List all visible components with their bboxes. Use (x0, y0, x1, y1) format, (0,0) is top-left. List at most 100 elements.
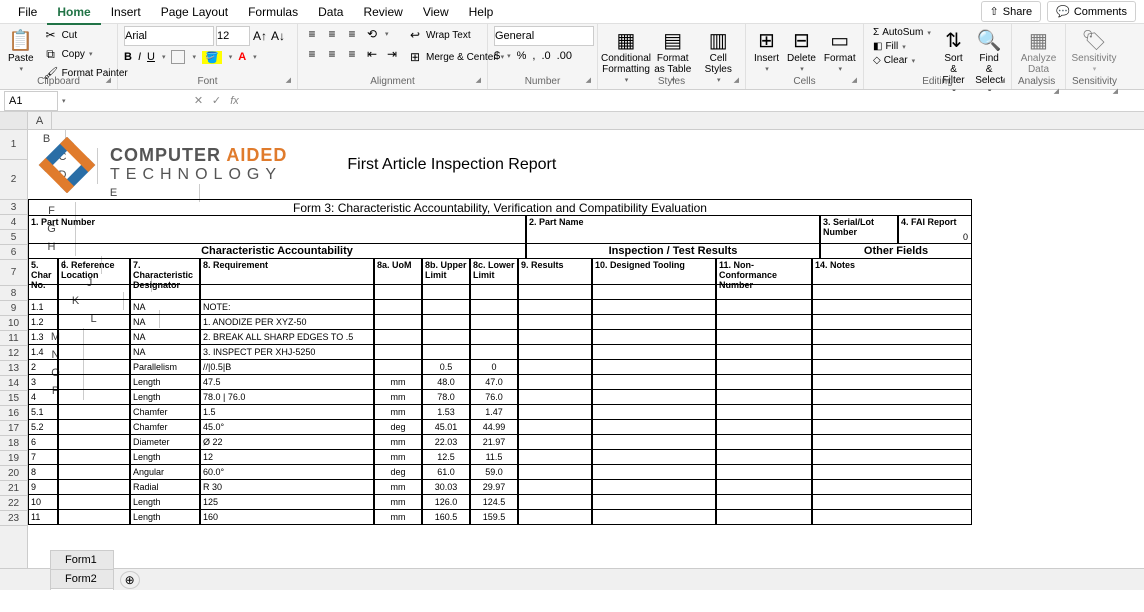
sheet-tab-form1[interactable]: Form1 (50, 550, 114, 569)
cell[interactable] (716, 495, 812, 510)
cell[interactable]: //|0.5|B (200, 360, 374, 375)
cell[interactable] (518, 420, 592, 435)
cell[interactable]: 47.0 (470, 375, 518, 390)
cell[interactable]: Diameter (130, 435, 200, 450)
menu-tab-page-layout[interactable]: Page Layout (151, 1, 238, 23)
cell[interactable]: 76.0 (470, 390, 518, 405)
cell[interactable]: 2. BREAK ALL SHARP EDGES TO .5 (200, 330, 374, 345)
cell[interactable]: 60.0° (200, 465, 374, 480)
clear-button[interactable]: ◇Clear▾ (870, 54, 934, 67)
cell[interactable]: R 30 (200, 480, 374, 495)
cell[interactable]: 2 (28, 360, 58, 375)
cell[interactable] (58, 510, 130, 525)
cell[interactable] (422, 315, 470, 330)
cell[interactable] (592, 435, 716, 450)
cell[interactable]: 7 (28, 450, 58, 465)
cell[interactable]: 1.53 (422, 405, 470, 420)
menu-tab-review[interactable]: Review (353, 1, 412, 23)
cell[interactable]: 61.0 (422, 465, 470, 480)
insert-button[interactable]: ⊞Insert▾ (752, 26, 781, 75)
cell[interactable] (58, 480, 130, 495)
cell[interactable] (812, 510, 972, 525)
cell[interactable]: mm (374, 510, 422, 525)
menu-tab-insert[interactable]: Insert (101, 1, 151, 23)
cell[interactable] (518, 345, 592, 360)
cell[interactable]: deg (374, 420, 422, 435)
row-header-12[interactable]: 12 (0, 346, 27, 361)
cell[interactable]: Chamfer (130, 420, 200, 435)
cell[interactable] (470, 330, 518, 345)
cell[interactable] (716, 450, 812, 465)
cell[interactable]: Length (130, 495, 200, 510)
cell[interactable] (374, 300, 422, 315)
cell[interactable]: 12.5 (422, 450, 470, 465)
cell[interactable]: mm (374, 435, 422, 450)
sheet-tab-form3[interactable]: Form3 (50, 588, 114, 590)
indent-decrease-icon[interactable]: ⇤ (364, 46, 380, 62)
cell[interactable] (716, 435, 812, 450)
row-header-18[interactable]: 18 (0, 436, 27, 451)
cell[interactable] (592, 390, 716, 405)
cell[interactable]: mm (374, 405, 422, 420)
sheet-tab-form2[interactable]: Form2 (50, 569, 114, 588)
cell[interactable] (716, 390, 812, 405)
select-all-corner[interactable] (0, 112, 28, 129)
cell[interactable]: Ø 22 (200, 435, 374, 450)
cell[interactable] (58, 450, 130, 465)
row-header-11[interactable]: 11 (0, 331, 27, 346)
cell[interactable]: 1.47 (470, 405, 518, 420)
cell[interactable] (374, 330, 422, 345)
cell[interactable] (812, 435, 972, 450)
border-button[interactable] (171, 50, 185, 64)
cell[interactable]: Angular (130, 465, 200, 480)
enter-formula-button[interactable]: ✓ (208, 94, 226, 107)
col-header-A[interactable]: A (28, 112, 52, 130)
cell[interactable] (470, 315, 518, 330)
cell[interactable] (592, 300, 716, 315)
cell[interactable] (716, 330, 812, 345)
cell[interactable] (422, 330, 470, 345)
cell[interactable] (812, 465, 972, 480)
cell[interactable]: 78.0 (422, 390, 470, 405)
cell[interactable]: 29.97 (470, 480, 518, 495)
align-bottom-icon[interactable]: ≡ (344, 26, 360, 42)
name-box[interactable] (4, 91, 58, 111)
cell[interactable]: 6 (28, 435, 58, 450)
cell[interactable]: 11.5 (470, 450, 518, 465)
cell[interactable]: 78.0 | 76.0 (200, 390, 374, 405)
cell[interactable]: mm (374, 480, 422, 495)
cell[interactable] (812, 420, 972, 435)
cell[interactable] (58, 315, 130, 330)
cell[interactable] (518, 450, 592, 465)
cell[interactable] (592, 450, 716, 465)
cell[interactable] (422, 300, 470, 315)
add-sheet-button[interactable]: ⊕ (120, 571, 140, 589)
font-color-button[interactable]: A (238, 51, 246, 63)
cell[interactable] (812, 360, 972, 375)
cell[interactable]: 48.0 (422, 375, 470, 390)
increase-decimal-icon[interactable]: .0 (541, 50, 550, 62)
align-right-icon[interactable]: ≡ (344, 46, 360, 62)
cell[interactable] (422, 345, 470, 360)
cell[interactable]: 124.5 (470, 495, 518, 510)
underline-button[interactable]: U (147, 51, 155, 63)
share-button[interactable]: ⇧Share (981, 1, 1042, 22)
cell[interactable]: 21.97 (470, 435, 518, 450)
row-header-4[interactable]: 4 (0, 215, 27, 230)
cell[interactable] (716, 465, 812, 480)
cell[interactable]: 1.4 (28, 345, 58, 360)
cell[interactable]: 1.5 (200, 405, 374, 420)
cell[interactable] (812, 300, 972, 315)
cell[interactable] (518, 435, 592, 450)
cell[interactable]: 59.0 (470, 465, 518, 480)
row-header-5[interactable]: 5 (0, 230, 27, 245)
cell[interactable]: NA (130, 315, 200, 330)
cell[interactable]: 160 (200, 510, 374, 525)
fill-button[interactable]: ◧Fill▾ (870, 40, 934, 53)
row-header-23[interactable]: 23 (0, 511, 27, 526)
analyze-data-button[interactable]: ▦Analyze Data (1018, 26, 1059, 77)
cell[interactable] (58, 420, 130, 435)
cell[interactable] (592, 480, 716, 495)
cell[interactable]: 30.03 (422, 480, 470, 495)
cell[interactable] (58, 300, 130, 315)
